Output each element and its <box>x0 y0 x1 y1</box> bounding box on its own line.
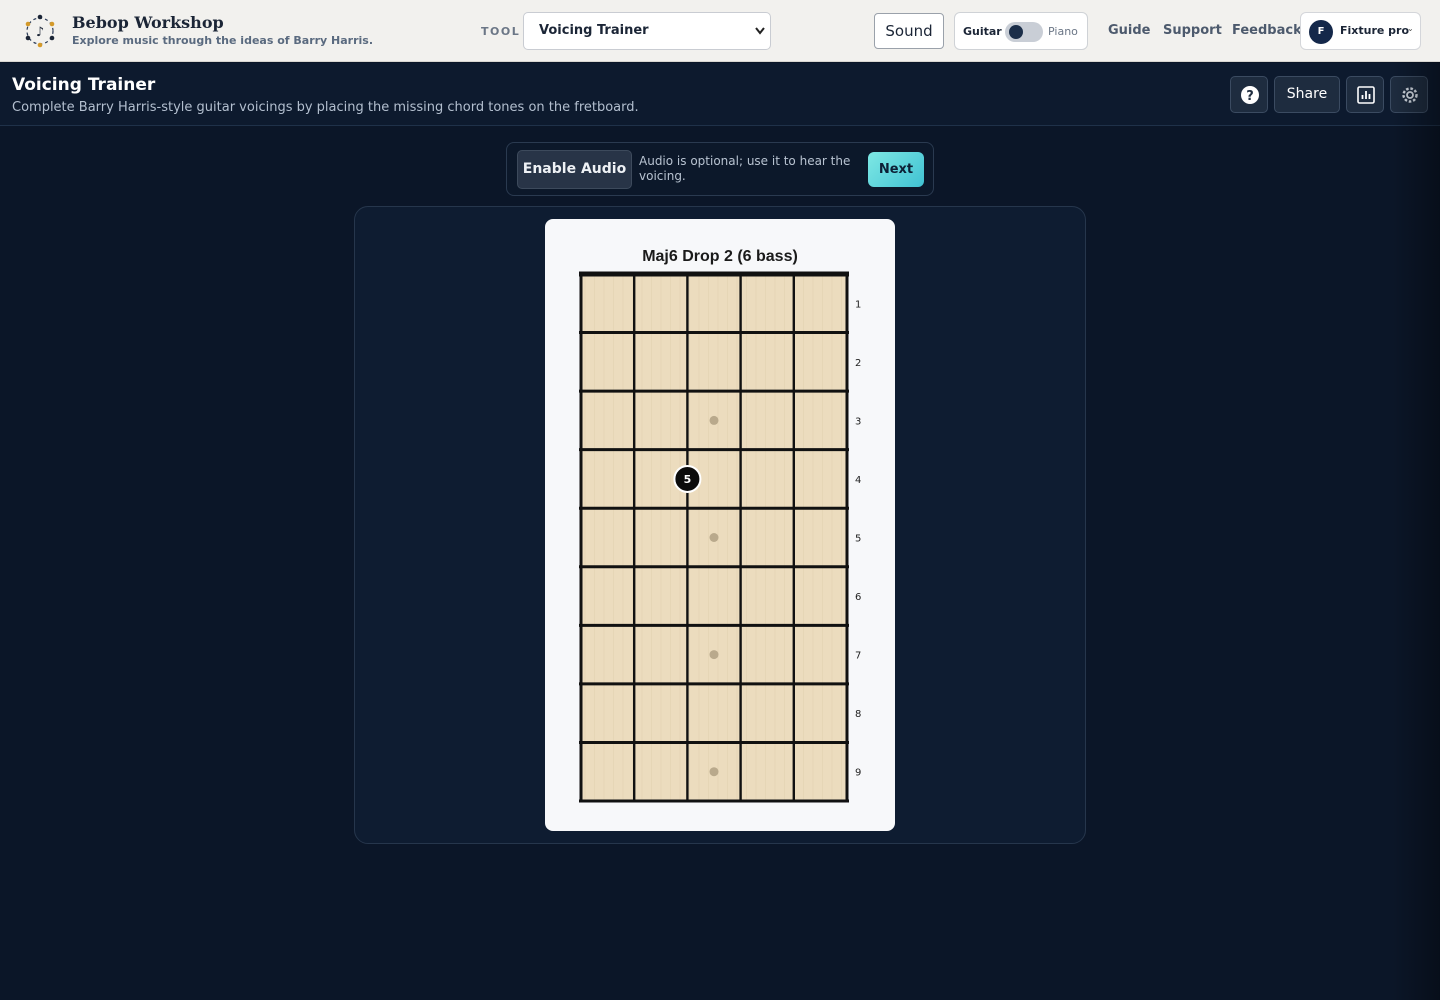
toggle-label-piano: Piano <box>1048 25 1078 38</box>
svg-text:?: ? <box>1246 89 1254 104</box>
fret-number: 6 <box>855 592 861 603</box>
nav-guide-link[interactable]: Guide <box>1108 23 1151 38</box>
fret-number: 9 <box>855 768 861 779</box>
enable-audio-button[interactable]: Enable Audio <box>517 150 632 189</box>
top-bar: ♪ Bebop Workshop Explore music through t… <box>0 0 1440 62</box>
fret-inlay <box>709 650 719 660</box>
tool-select-value: Voicing Trainer <box>539 23 649 38</box>
toggle-label-guitar: Guitar <box>963 25 1002 38</box>
user-menu[interactable]: F Fixture pro ⌄ <box>1300 12 1421 50</box>
fret-number: 4 <box>855 475 861 486</box>
fret-inlay <box>709 767 719 777</box>
sound-button[interactable]: Sound <box>874 13 944 49</box>
fret-inlay <box>709 533 719 542</box>
audio-note: Audio is optional; use it to hear the vo… <box>639 154 851 183</box>
fret-number: 8 <box>855 709 861 720</box>
fretboard[interactable]: 1 2 3 4 5 6 7 8 9 5 <box>545 219 895 831</box>
edge-shadow <box>1392 62 1440 1000</box>
fret-inlay <box>709 415 719 425</box>
instrument-toggle[interactable]: Guitar Piano <box>954 12 1088 50</box>
avatar: F <box>1309 20 1333 44</box>
next-button[interactable]: Next <box>868 152 924 187</box>
app-tagline: Explore music through the ideas of Barry… <box>72 34 374 47</box>
caret-down-icon: ⌄ <box>1407 24 1414 33</box>
toggle-switch[interactable] <box>1005 22 1043 42</box>
user-name: Fixture pro <box>1340 24 1410 37</box>
app-name: Bebop Workshop <box>72 13 224 32</box>
fret-number: 5 <box>855 534 861 545</box>
tool-select[interactable]: Voicing Trainer <box>523 12 771 50</box>
chart-icon <box>1357 86 1375 104</box>
tool-label: TOOL <box>481 25 521 38</box>
fret-number: 1 <box>855 299 861 310</box>
placed-note-label: 5 <box>684 473 692 486</box>
toggle-knob <box>1009 25 1023 39</box>
svg-text:♪: ♪ <box>36 25 44 40</box>
fret-number: 7 <box>855 651 861 662</box>
fret-number: 2 <box>855 358 861 369</box>
logo-icon: ♪ <box>25 14 55 48</box>
page-header: Voicing Trainer Complete Barry Harris-st… <box>0 63 1440 126</box>
page-subtitle: Complete Barry Harris-style guitar voici… <box>12 100 639 115</box>
chevron-down-icon <box>754 13 766 64</box>
audio-bar: Enable Audio Audio is optional; use it t… <box>506 142 934 196</box>
nav-support-link[interactable]: Support <box>1163 23 1222 38</box>
share-button[interactable]: Share <box>1274 76 1340 113</box>
help-button[interactable]: ? <box>1230 76 1268 113</box>
voicing-card: Maj6 Drop 2 (6 bass) 1234567895 <box>545 219 895 831</box>
fret-number: 3 <box>855 416 861 427</box>
stats-button[interactable] <box>1346 76 1384 113</box>
page-title: Voicing Trainer <box>12 75 156 95</box>
trainer-panel: Maj6 Drop 2 (6 bass) 1234567895 <box>354 206 1086 844</box>
nav-feedback-link[interactable]: Feedback <box>1232 23 1302 38</box>
help-icon: ? <box>1241 86 1259 104</box>
